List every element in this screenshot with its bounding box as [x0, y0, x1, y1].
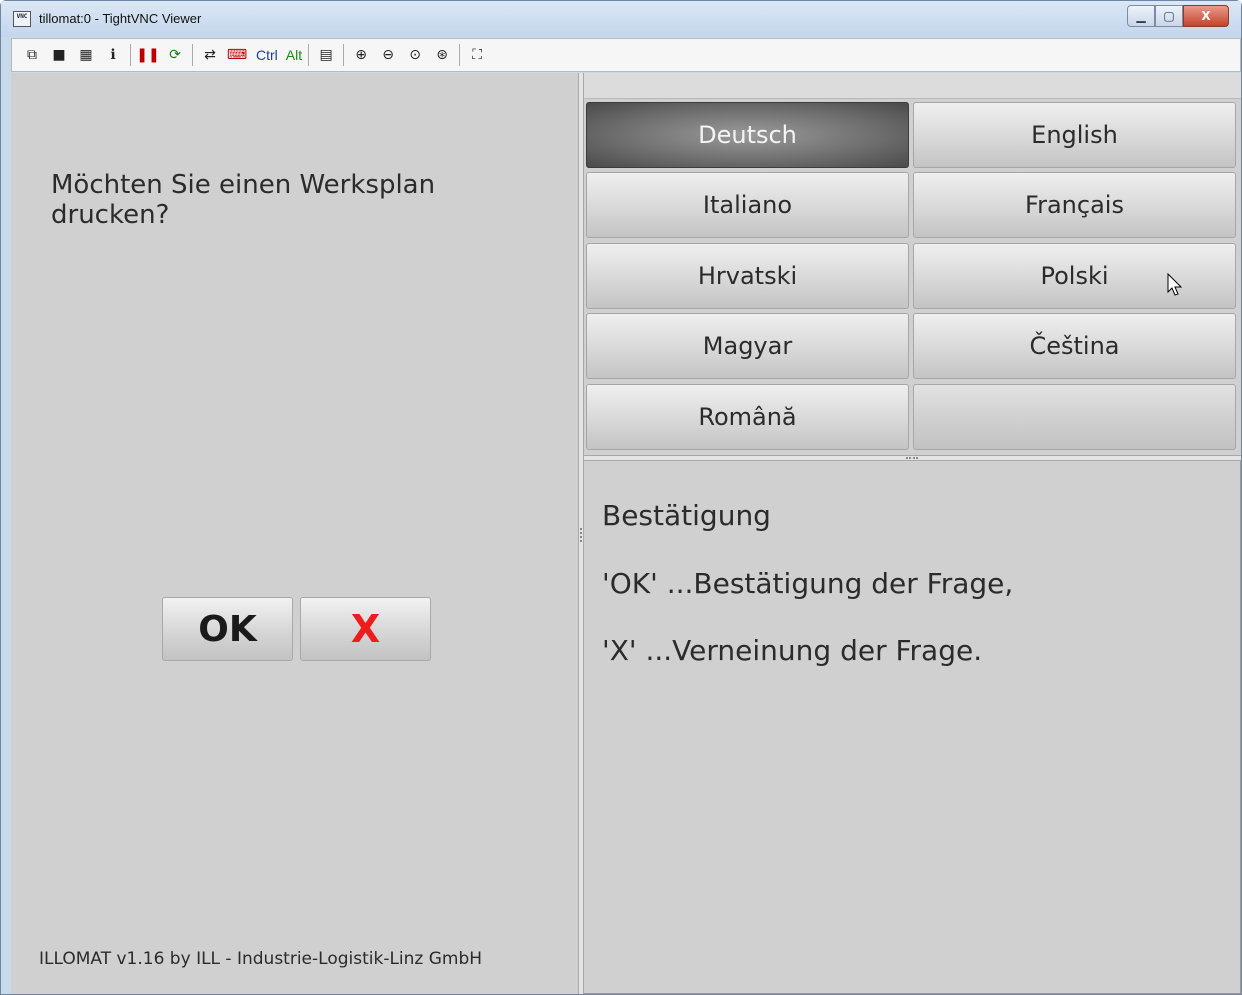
toolbar-separator	[192, 44, 193, 66]
cancel-button[interactable]: X	[300, 597, 431, 661]
language-button-magyar[interactable]: Magyar	[586, 313, 909, 379]
language-button-francais[interactable]: Français	[913, 172, 1236, 238]
ok-button[interactable]: OK	[162, 597, 293, 661]
vnc-toolbar: ⧉ ■ ▦ ℹ ❚❚ ⟳ ⇄ ⌨ Ctrl Alt ▤ ⊕ ⊖ ⊙ ⊛ ⛶	[11, 38, 1241, 72]
help-line-ok: 'OK' ...Bestätigung der Frage,	[602, 567, 1014, 600]
save-icon[interactable]: ■	[47, 44, 71, 66]
toolbar-separator	[343, 44, 345, 66]
language-button-romana[interactable]: Română	[586, 384, 909, 450]
language-button-english[interactable]: English	[913, 102, 1236, 168]
minimize-icon: ▁	[1136, 9, 1146, 23]
toolbar-separator	[308, 44, 310, 66]
question-panel: Möchten Sie einen Werksplan drucken? OK …	[13, 73, 579, 994]
clipboard-icon[interactable]: ▤	[314, 44, 338, 66]
window-title: tillomat:0 - TightVNC Viewer	[39, 11, 202, 26]
ctrl-key-button[interactable]: Ctrl	[256, 47, 278, 63]
zoom-in-icon[interactable]: ⊕	[349, 44, 373, 66]
info-icon[interactable]: ℹ	[101, 44, 125, 66]
version-footer: ILLOMAT v1.16 by ILL - Industrie-Logisti…	[39, 949, 483, 969]
toolbar-separator	[459, 44, 461, 66]
title-bar[interactable]: VNC tillomat:0 - TightVNC Viewer ▁ ▢ X	[1, 1, 1241, 37]
maximize-icon: ▢	[1163, 9, 1175, 23]
help-panel: Bestätigung 'OK' ...Bestätigung der Frag…	[584, 461, 1241, 994]
transfer-icon[interactable]: ⇄	[198, 44, 222, 66]
toolbar-separator	[130, 44, 131, 66]
language-grid: Deutsch English Italiano Français Hrvats…	[584, 100, 1241, 454]
fullscreen-icon[interactable]: ⛶	[465, 44, 489, 66]
remote-desktop-area[interactable]: Möchten Sie einen Werksplan drucken? OK …	[11, 73, 1241, 994]
language-button-empty	[913, 384, 1236, 450]
alt-key-button[interactable]: Alt	[286, 47, 302, 63]
language-button-cestina[interactable]: Čeština	[913, 313, 1236, 379]
maximize-button[interactable]: ▢	[1155, 5, 1183, 27]
question-text: Möchten Sie einen Werksplan drucken?	[51, 170, 436, 230]
zoom-auto-icon[interactable]: ⊛	[430, 44, 454, 66]
right-panel: Deutsch English Italiano Français Hrvats…	[584, 73, 1241, 994]
language-button-polski[interactable]: Polski	[913, 243, 1236, 309]
pause-icon[interactable]: ❚❚	[136, 44, 160, 66]
language-button-italiano[interactable]: Italiano	[586, 172, 909, 238]
new-connection-icon[interactable]: ⧉	[20, 44, 44, 66]
options-icon[interactable]: ▦	[74, 44, 98, 66]
language-panel-header	[584, 73, 1241, 99]
vnc-viewer-window: VNC tillomat:0 - TightVNC Viewer ▁ ▢ X ⧉…	[0, 0, 1242, 995]
language-button-hrvatski[interactable]: Hrvatski	[586, 243, 909, 309]
zoom-100-icon[interactable]: ⊙	[403, 44, 427, 66]
send-keys-icon[interactable]: ⌨	[225, 44, 249, 66]
language-button-deutsch[interactable]: Deutsch	[586, 102, 909, 168]
window-controls: ▁ ▢ X	[1127, 5, 1229, 27]
help-line-x: 'X' ...Verneinung der Frage.	[602, 634, 983, 667]
close-button[interactable]: X	[1183, 5, 1229, 27]
mouse-cursor-icon	[1167, 273, 1183, 296]
zoom-out-icon[interactable]: ⊖	[376, 44, 400, 66]
refresh-icon[interactable]: ⟳	[163, 44, 187, 66]
close-icon: X	[1201, 9, 1211, 23]
minimize-button[interactable]: ▁	[1127, 5, 1155, 27]
vnc-app-icon: VNC	[13, 11, 31, 27]
help-title: Bestätigung	[602, 499, 771, 532]
